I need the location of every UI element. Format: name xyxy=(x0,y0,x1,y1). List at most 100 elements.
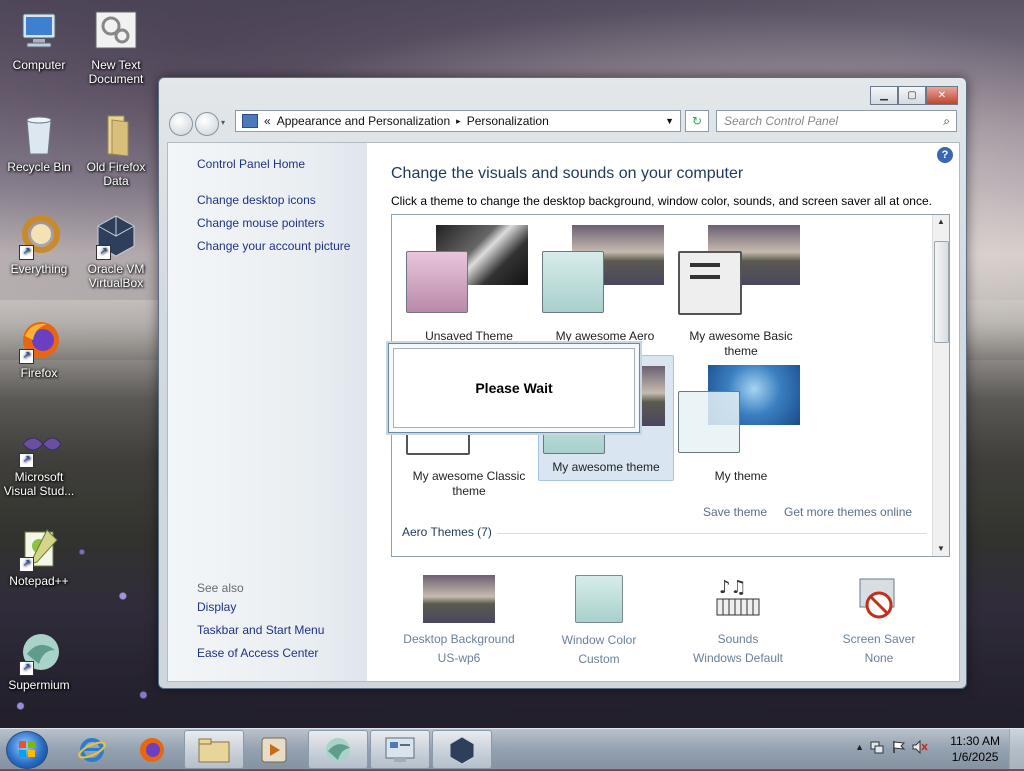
search-input[interactable]: Search Control Panel ⌕ xyxy=(716,110,957,132)
minimize-button[interactable]: ▁ xyxy=(870,86,898,105)
desktop-icon-everything[interactable]: ↗ Everything xyxy=(3,214,75,276)
theme-list-scrollbar[interactable]: ▲ ▼ xyxy=(932,215,949,556)
change-desktop-icons-link[interactable]: Change desktop icons xyxy=(197,193,316,207)
recent-pages-chevron-icon[interactable]: ▾ xyxy=(221,118,225,127)
window-color-value: Custom xyxy=(578,652,620,666)
shortcut-arrow-icon: ↗ xyxy=(19,557,34,572)
control-panel-icon xyxy=(242,114,258,128)
desktop-icon-virtualbox[interactable]: ↗ Oracle VM VirtualBox xyxy=(80,214,152,290)
desktop-icon-notepad-plus-plus[interactable]: ↗ Notepad++ xyxy=(3,526,75,588)
shortcut-arrow-icon: ↗ xyxy=(19,661,34,676)
everything-search-icon: ↗ xyxy=(17,214,61,260)
display-link[interactable]: Display xyxy=(197,600,236,614)
taskbar-internet-explorer[interactable] xyxy=(62,730,122,769)
breadcrumb-appearance-and-personalization[interactable]: Appearance and Personalization xyxy=(277,114,450,128)
address-bar[interactable]: « Appearance and Personalization ▸ Perso… xyxy=(235,110,681,132)
folder-icon xyxy=(94,112,138,157)
desktop-background-value: US-wp6 xyxy=(437,651,481,665)
firefox-icon: ↗ xyxy=(17,318,61,364)
sounds-keyboard-icon: ♪♫ xyxy=(713,575,763,623)
change-mouse-pointers-link[interactable]: Change mouse pointers xyxy=(197,216,324,230)
volume-muted-icon[interactable] xyxy=(912,739,928,755)
sounds-button[interactable]: ♪♫ Sounds Windows Default xyxy=(673,575,803,665)
save-theme-link[interactable]: Save theme xyxy=(703,505,767,519)
firefox-icon xyxy=(140,737,164,762)
show-desktop-button[interactable] xyxy=(1009,729,1024,769)
scroll-thumb[interactable] xyxy=(934,241,949,343)
help-icon[interactable]: ? xyxy=(937,147,953,163)
screen-saver-button[interactable]: Screen Saver None xyxy=(814,575,944,665)
theme-label: My awesome Basic theme xyxy=(689,329,793,358)
shortcut-arrow-icon: ↗ xyxy=(19,349,34,364)
desktop-icon-old-firefox-data[interactable]: Old Firefox Data xyxy=(80,112,152,188)
desktop-icon-label: Computer xyxy=(12,58,66,72)
desktop-icon-supermium[interactable]: ↗ Supermium xyxy=(3,630,75,692)
desktop-icon-computer[interactable]: Computer xyxy=(3,10,75,72)
shortcut-arrow-icon: ↗ xyxy=(96,245,111,260)
theme-item-my-awesome-aero[interactable]: My awesome Aero xyxy=(540,225,670,345)
change-account-picture-link[interactable]: Change your account picture xyxy=(197,239,350,253)
window-client-area: Control Panel Home Change desktop icons … xyxy=(167,142,960,682)
desktop-icon-recycle-bin[interactable]: Recycle Bin xyxy=(3,112,75,174)
section-divider xyxy=(497,533,927,534)
taskbar-control-panel[interactable] xyxy=(370,730,430,769)
desktop-background-label: Desktop Background xyxy=(403,632,515,646)
system-clock[interactable]: 11:30 AM 1/6/2025 xyxy=(950,733,1000,765)
screen-saver-no-icon xyxy=(854,575,904,623)
action-center-flag-icon[interactable] xyxy=(892,740,906,754)
see-also-heading: See also xyxy=(197,581,244,595)
window-color-button[interactable]: Window Color Custom xyxy=(534,575,664,666)
virtualbox-icon xyxy=(449,735,475,765)
theme-list[interactable]: Unsaved Theme My awesome Aero My awesome… xyxy=(388,214,950,557)
personalization-window[interactable]: ▁ ▢ ✕ ▾ « Appearance and Personalization… xyxy=(158,77,967,689)
close-button[interactable]: ✕ xyxy=(926,86,958,105)
theme-label: My awesome Aero xyxy=(555,329,655,343)
network-icon[interactable] xyxy=(870,740,884,754)
desktop-icon-label: Notepad++ xyxy=(9,574,69,588)
taskbar-start-menu-link[interactable]: Taskbar and Start Menu xyxy=(197,623,324,637)
get-more-themes-online-link[interactable]: Get more themes online xyxy=(784,505,912,519)
taskbar-supermium[interactable] xyxy=(308,730,368,769)
taskbar-media-player[interactable] xyxy=(244,730,304,769)
show-hidden-icons-icon[interactable]: ▲ xyxy=(855,742,864,752)
start-button[interactable] xyxy=(6,731,48,769)
folder-icon xyxy=(198,738,230,762)
control-panel-home-link[interactable]: Control Panel Home xyxy=(197,157,305,171)
aero-themes-heading: Aero Themes (7) xyxy=(402,525,492,539)
desktop-icon-visual-studio[interactable]: ↗ Microsoft Visual Stud... xyxy=(3,422,75,498)
desktop-background-preview-icon xyxy=(423,575,495,623)
gear-document-icon xyxy=(94,10,138,54)
breadcrumb-separator-icon[interactable]: ▸ xyxy=(456,116,461,127)
theme-window-color-preview xyxy=(406,251,468,313)
taskbar-file-explorer[interactable] xyxy=(184,730,244,769)
breadcrumb-personalization[interactable]: Personalization xyxy=(467,114,549,128)
desktop-icon-new-text-document[interactable]: New Text Document xyxy=(80,10,152,86)
search-placeholder: Search Control Panel xyxy=(724,114,839,128)
forward-button[interactable] xyxy=(195,112,219,136)
address-overflow-chevron[interactable]: « xyxy=(264,114,271,128)
shortcut-arrow-icon: ↗ xyxy=(19,453,34,468)
desktop-icon-label: Document xyxy=(88,72,144,86)
theme-item-my-theme[interactable]: My theme xyxy=(676,365,806,485)
ease-of-access-center-link[interactable]: Ease of Access Center xyxy=(197,646,318,660)
theme-item-unsaved[interactable]: Unsaved Theme xyxy=(404,225,534,345)
scroll-up-arrow-icon[interactable]: ▲ xyxy=(933,215,949,229)
desktop-icon-label: Visual Stud... xyxy=(3,484,75,498)
theme-label: My awesome Classic theme xyxy=(412,469,526,498)
desktop-icon-label: Old Firefox xyxy=(86,160,146,174)
taskbar-virtualbox[interactable] xyxy=(432,730,492,769)
desktop-background-button[interactable]: Desktop Background US-wp6 xyxy=(394,575,524,665)
back-button[interactable] xyxy=(169,112,193,136)
search-icon[interactable]: ⌕ xyxy=(943,114,950,129)
address-dropdown-icon[interactable]: ▼ xyxy=(665,116,674,126)
desktop-icon-firefox[interactable]: ↗ Firefox xyxy=(3,318,75,380)
theme-item-my-awesome-basic[interactable]: My awesome Basic theme xyxy=(676,225,806,358)
taskbar-firefox[interactable] xyxy=(122,730,182,769)
scroll-down-arrow-icon[interactable]: ▼ xyxy=(933,542,949,556)
theme-label: My awesome theme xyxy=(552,460,660,474)
maximize-button[interactable]: ▢ xyxy=(898,86,926,105)
theme-thumbnail xyxy=(404,225,534,325)
please-wait-text: Please Wait xyxy=(393,348,635,428)
refresh-button[interactable]: ↻ xyxy=(685,110,709,132)
theme-thumbnail xyxy=(676,225,806,325)
